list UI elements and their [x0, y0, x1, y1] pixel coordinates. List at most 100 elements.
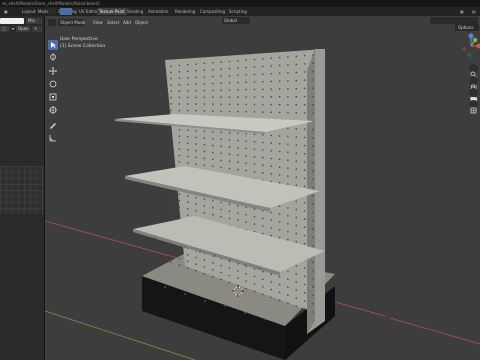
move-tool[interactable]	[48, 66, 58, 76]
peg-hole	[278, 88, 281, 90]
cursor-tool[interactable]	[48, 52, 58, 62]
peg-hole	[203, 89, 206, 92]
peg-hole	[287, 95, 289, 98]
peg-hole	[212, 75, 214, 78]
peg-hole	[170, 128, 172, 130]
peg-hole	[203, 103, 206, 105]
peg-hole	[195, 203, 197, 205]
peg-hole	[312, 294, 314, 297]
peg-hole	[186, 90, 189, 92]
peg-hole	[270, 234, 272, 237]
peg-hole	[262, 293, 264, 296]
peg-hole	[220, 110, 222, 112]
hand-icon[interactable]	[469, 76, 478, 90]
peg-hole	[186, 70, 189, 73]
workspace-tabs-bar: ▣ Layout Modeling Sculpting UV Editing T…	[0, 7, 480, 16]
menu-view[interactable]: View	[92, 19, 104, 26]
rotate-tool[interactable]	[48, 79, 58, 89]
peg-hole	[287, 151, 289, 154]
peg-hole	[228, 96, 231, 98]
menu-add[interactable]: Add	[122, 19, 132, 26]
tab-rendering[interactable]: Rendering	[173, 8, 197, 15]
peg-hole	[287, 56, 289, 58]
name-field[interactable]	[0, 18, 24, 24]
options-menu[interactable]: Options	[455, 24, 479, 31]
annotate-tool[interactable]	[48, 120, 58, 130]
transform-tool[interactable]	[48, 105, 58, 115]
zoom-icon[interactable]	[469, 64, 478, 78]
peg-hole	[228, 139, 231, 141]
new-image-button[interactable]: +	[32, 26, 42, 32]
transform-orientation-select[interactable]: Global	[222, 17, 250, 24]
menu-select[interactable]: Select	[106, 19, 120, 26]
peg-hole	[212, 151, 214, 154]
peg-hole	[278, 158, 281, 161]
peg-hole	[186, 208, 189, 210]
peg-hole	[287, 135, 289, 138]
scale-tool[interactable]	[48, 92, 58, 102]
peg-hole	[303, 112, 306, 114]
peg-hole	[237, 74, 239, 77]
peg-hole	[237, 205, 239, 207]
peg-hole	[287, 127, 289, 130]
peg-hole	[312, 203, 314, 205]
peg-hole	[262, 225, 264, 227]
tab-compositing[interactable]: Compositing	[198, 8, 227, 15]
peg-hole	[295, 232, 298, 235]
measure-tool[interactable]	[48, 133, 58, 143]
peg-hole	[245, 59, 247, 61]
peg-hole	[170, 153, 172, 156]
select-tool[interactable]	[48, 40, 58, 50]
viewport-shading-buttons[interactable]	[430, 17, 478, 24]
peg-hole	[253, 96, 256, 98]
peg-hole	[237, 110, 239, 113]
peg-hole	[237, 154, 239, 156]
peg-hole	[228, 153, 231, 155]
blend-mode-select[interactable]: Mix	[26, 18, 42, 24]
menu-object[interactable]: Object	[134, 19, 149, 26]
peg-hole	[203, 69, 206, 71]
grid-icon[interactable]	[469, 100, 478, 114]
tab-texture-paint[interactable]: Texture Paint	[97, 8, 127, 15]
peg-hole	[295, 103, 298, 106]
select-mode-button[interactable]	[60, 8, 72, 15]
view-layer-icon[interactable]: ▤	[470, 8, 478, 15]
tab-shading[interactable]: Shading	[125, 8, 145, 15]
peg-hole	[212, 165, 214, 168]
peg-hole	[212, 144, 214, 147]
peg-hole	[287, 87, 289, 90]
peg-hole	[195, 163, 197, 165]
peg-hole	[220, 278, 222, 281]
navigation-gizmo[interactable]	[460, 32, 480, 62]
scene-canvas[interactable]	[45, 16, 480, 360]
peg-hole	[312, 228, 314, 230]
peg-hole	[245, 280, 247, 282]
editor-type-icon[interactable]	[48, 19, 56, 26]
image-type-icon[interactable]: ▢	[0, 26, 9, 32]
scene-icon[interactable]: ▦	[458, 8, 466, 15]
peg-hole	[270, 88, 272, 90]
peg-hole	[228, 217, 231, 220]
toolbar-toggle[interactable]	[48, 8, 56, 15]
camera-icon[interactable]	[469, 88, 478, 101]
peg-hole	[178, 148, 181, 150]
peg-hole	[262, 286, 264, 288]
peg-hole	[237, 139, 239, 142]
peg-hole	[295, 168, 298, 170]
peg-hole	[295, 111, 298, 114]
peg-hole	[287, 167, 289, 169]
3d-viewport[interactable]: Object Mode View Select Add Object Optio…	[45, 16, 480, 360]
tab-layout[interactable]: Layout	[20, 8, 38, 15]
peg-hole	[203, 157, 206, 160]
peg-hole	[178, 251, 181, 253]
peg-hole	[312, 186, 314, 189]
editor-type-icon[interactable]: ▣	[2, 8, 8, 15]
tab-scripting[interactable]: Scripting	[227, 8, 249, 15]
peg-hole	[170, 248, 172, 251]
tab-animation[interactable]: Animation	[146, 8, 170, 15]
peg-hole	[237, 161, 239, 164]
rotate-icon	[49, 80, 57, 88]
peg-hole	[295, 63, 298, 66]
open-button[interactable]: Open	[16, 26, 30, 32]
chevron-down-icon[interactable]: ▾	[10, 26, 14, 32]
